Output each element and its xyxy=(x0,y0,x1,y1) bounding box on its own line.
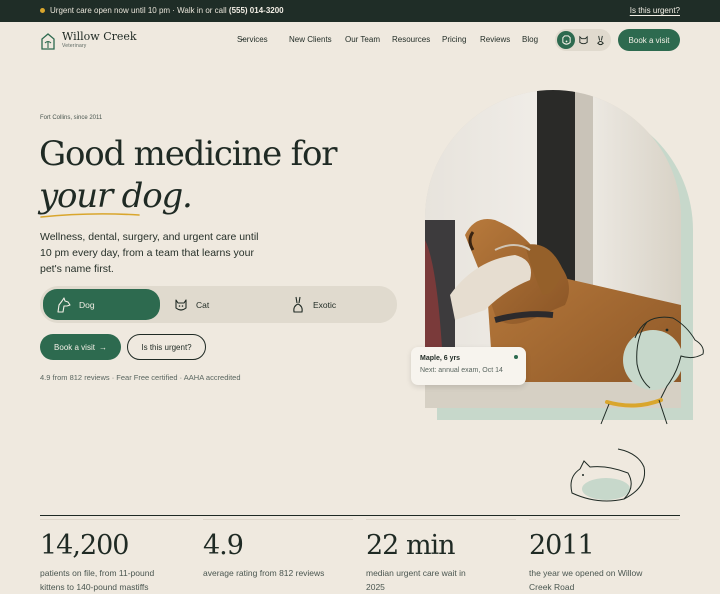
next-visit: Next: annual exam, Oct 14 xyxy=(420,367,503,374)
trust-line: 4.9 from 812 reviews · Fear Free certifi… xyxy=(40,373,241,382)
is-urgent-button[interactable]: Is this urgent? xyxy=(127,334,206,360)
stat-wait: 22 min median urgent care wait in 2025 xyxy=(366,528,516,594)
tab-cat-label: Cat xyxy=(196,299,210,310)
rabbit-icon[interactable] xyxy=(591,31,609,49)
stat-caption: the year we opened on Willow Creek Road xyxy=(529,568,643,592)
cat-doodle-icon xyxy=(570,448,646,502)
nav-item-reviews[interactable]: Reviews xyxy=(480,35,510,44)
nav-item-our-team[interactable]: Our Team xyxy=(345,35,380,44)
cat-icon xyxy=(172,296,190,314)
status-dot-icon xyxy=(514,355,518,359)
tab-dog-label: Dog xyxy=(79,299,95,310)
pet-preference-toggle xyxy=(555,29,611,51)
is-urgent-link[interactable]: Is this urgent? xyxy=(630,6,680,15)
nav-item-resources[interactable]: Resources xyxy=(392,35,430,44)
stat-rule xyxy=(366,519,516,520)
nav-item-blog[interactable]: Blog xyxy=(522,35,538,44)
announcement-bar: Urgent care open now until 10 pm · Walk … xyxy=(0,0,720,22)
hero-description: Wellness, dental, surgery, and urgent ca… xyxy=(40,231,259,275)
dog-icon xyxy=(55,296,73,314)
stat-value: 2011 xyxy=(529,530,595,561)
tab-dog[interactable]: Dog xyxy=(43,289,160,320)
book-visit-button-nav[interactable]: Book a visit xyxy=(618,29,680,51)
book-visit-button[interactable]: Book a visit → xyxy=(40,334,121,360)
nav-item-pricing[interactable]: Pricing xyxy=(442,35,466,44)
stat-founded: 2011 the year we opened on Willow Creek … xyxy=(529,528,679,594)
underline-swash-icon xyxy=(40,213,140,218)
brand-name: Willow Creek xyxy=(62,30,137,43)
status-dot-icon xyxy=(40,8,45,13)
hero-headline: Good medicine for xyxy=(39,134,338,174)
tab-cat[interactable]: Cat xyxy=(160,289,277,320)
pet-type-selector: Dog Cat Exotic xyxy=(40,286,397,323)
nav-item-new-clients[interactable]: New Clients xyxy=(289,35,332,44)
stat-caption: patients on file, from 11-pound kittens … xyxy=(40,568,155,592)
stat-rule xyxy=(529,519,679,520)
dog-doodle-icon xyxy=(600,316,704,425)
stats-divider xyxy=(40,515,680,516)
hero-eyebrow: Fort Collins, since 2011 xyxy=(40,115,103,121)
phone-link[interactable]: (555) 014-3200 xyxy=(229,6,284,15)
patient-name: Maple, 6 yrs xyxy=(420,355,461,362)
cat-face-icon[interactable] xyxy=(574,31,592,49)
stat-value: 14,200 xyxy=(40,530,129,561)
announcement-text: Urgent care open now until 10 pm · Walk … xyxy=(50,6,284,15)
stat-caption: average rating from 812 reviews xyxy=(203,568,325,578)
stat-value: 4.9 xyxy=(203,530,244,561)
brand-subtitle: Veterinary xyxy=(62,43,87,49)
stat-rule xyxy=(203,519,353,520)
arrow-right-icon: → xyxy=(98,342,107,352)
dog-face-icon[interactable] xyxy=(557,31,575,49)
chevron-down-icon: ⌄ xyxy=(240,36,246,42)
patient-card: Maple, 6 yrs Next: annual exam, Oct 14 xyxy=(411,347,526,385)
stat-caption: median urgent care wait in 2025 xyxy=(366,568,466,592)
tab-exotic[interactable]: Exotic xyxy=(277,289,394,320)
clinic-house-icon xyxy=(41,33,55,50)
rabbit-icon xyxy=(289,296,307,314)
stat-rating: 4.9 average rating from 812 reviews xyxy=(203,528,353,580)
tab-exotic-label: Exotic xyxy=(313,299,337,310)
stat-patients: 14,200 patients on file, from 11-pound k… xyxy=(40,528,190,594)
stat-value: 22 min xyxy=(366,530,456,561)
stat-rule xyxy=(40,519,190,520)
book-visit-label: Book a visit xyxy=(54,342,95,352)
